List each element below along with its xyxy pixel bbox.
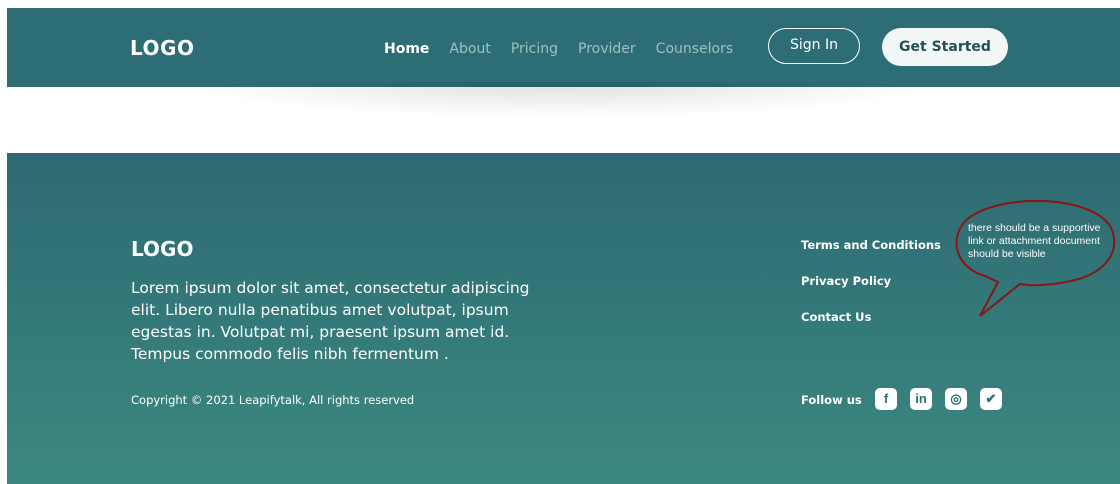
site-header: LOGO Home About Pricing Provider Counsel… <box>7 8 1120 87</box>
sign-in-button[interactable]: Sign In <box>768 28 860 64</box>
twitter-icon[interactable]: ✔ <box>980 388 1002 410</box>
main-nav: Home About Pricing Provider Counselors <box>384 39 753 59</box>
nav-provider[interactable]: Provider <box>578 39 636 59</box>
footer-logo: LOGO <box>131 237 194 261</box>
linkedin-icon[interactable]: in <box>910 388 932 410</box>
header-shadow <box>180 82 940 118</box>
nav-pricing[interactable]: Pricing <box>511 39 558 59</box>
annotation-text: there should be a supportive link or att… <box>968 222 1101 260</box>
nav-about[interactable]: About <box>449 39 490 59</box>
copyright-text: Copyright © 2021 Leapifytalk, All rights… <box>131 393 415 407</box>
nav-counselors[interactable]: Counselors <box>656 39 734 59</box>
footer-description: Lorem ipsum dolor sit amet, consectetur … <box>131 279 530 363</box>
get-started-button[interactable]: Get Started <box>882 28 1008 66</box>
footer-links: Terms and Conditions Privacy Policy Cont… <box>801 237 941 345</box>
social-icons: f in ◎ ✔ <box>875 388 1015 410</box>
privacy-link[interactable]: Privacy Policy <box>801 273 941 309</box>
facebook-icon[interactable]: f <box>875 388 897 410</box>
nav-home[interactable]: Home <box>384 39 429 59</box>
instagram-icon[interactable]: ◎ <box>945 388 967 410</box>
follow-us-label: Follow us <box>801 393 862 407</box>
contact-link[interactable]: Contact Us <box>801 309 941 345</box>
header-logo[interactable]: LOGO <box>130 36 194 60</box>
terms-link[interactable]: Terms and Conditions <box>801 237 941 273</box>
